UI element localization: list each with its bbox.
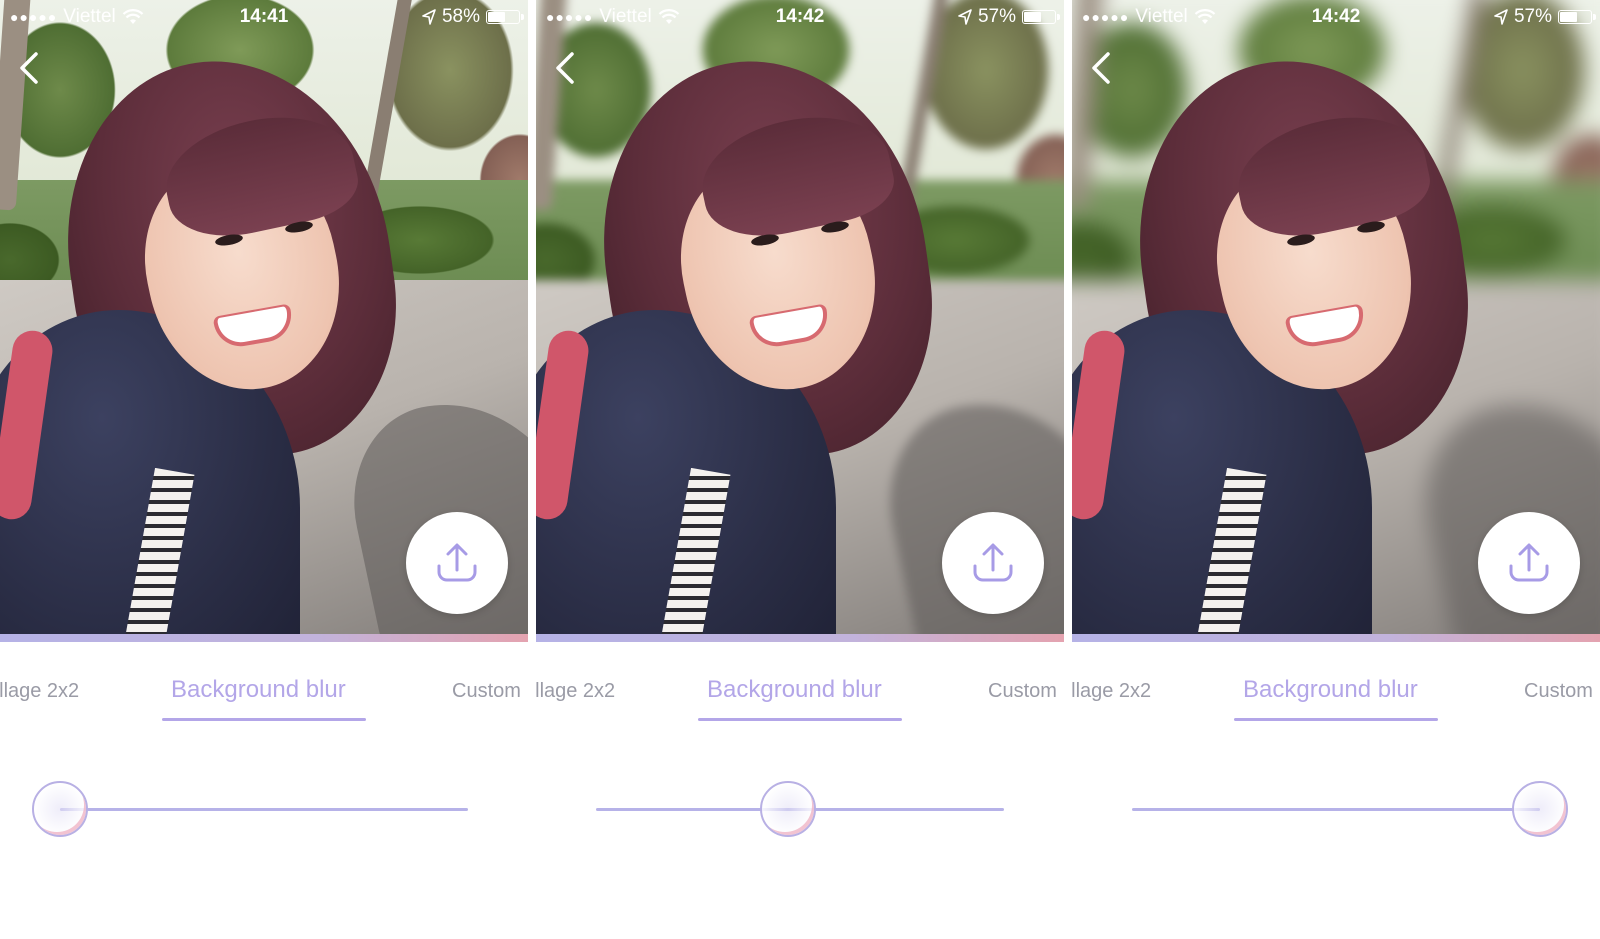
tab-custom[interactable]: Custom	[988, 680, 1057, 703]
blur-slider[interactable]	[32, 780, 468, 840]
slider-thumb[interactable]	[32, 781, 88, 837]
slider-track	[1132, 808, 1540, 811]
battery-icon	[1022, 10, 1060, 24]
accent-divider	[1072, 634, 1600, 642]
battery-icon	[486, 10, 524, 24]
battery-icon	[1558, 10, 1596, 24]
blur-slider[interactable]	[1132, 780, 1568, 840]
phone-screen-2: ●●●●● Viettel 14:42 57% ollage 2x2 Backg…	[536, 0, 1064, 939]
battery-percent: 57%	[977, 6, 1016, 27]
active-tab-underline	[698, 718, 902, 721]
phone-screen-1: ●●●●● Viettel 14:41 58% ollage 2x2 Backg…	[0, 0, 528, 939]
chevron-left-icon	[556, 52, 574, 84]
chevron-left-icon	[1092, 52, 1110, 84]
location-arrow-icon	[1494, 9, 1508, 25]
tab-custom[interactable]: Custom	[1524, 680, 1593, 703]
phone-screen-3: ●●●●● Viettel 14:42 57% ollage 2x2 Backg…	[1072, 0, 1600, 939]
mode-tabs: ollage 2x2 Background blur Custom	[1072, 672, 1600, 732]
mode-tabs: ollage 2x2 Background blur Custom	[536, 672, 1064, 732]
accent-divider	[0, 634, 528, 642]
back-button[interactable]	[14, 50, 44, 86]
mode-tabs: ollage 2x2 Background blur Custom	[0, 672, 528, 732]
blur-slider[interactable]	[596, 780, 1004, 840]
back-button[interactable]	[1086, 50, 1116, 86]
battery-percent: 58%	[441, 6, 480, 27]
active-tab-underline	[1234, 718, 1438, 721]
slider-track	[60, 808, 468, 811]
slider-thumb[interactable]	[1512, 781, 1568, 837]
back-button[interactable]	[550, 50, 580, 86]
share-button[interactable]	[942, 512, 1044, 614]
status-bar: ●●●●● Viettel 14:41 58%	[0, 0, 528, 34]
tab-background-blur[interactable]: Background blur	[1243, 676, 1418, 704]
slider-thumb[interactable]	[759, 781, 816, 837]
share-upload-icon	[1509, 543, 1549, 582]
status-bar: ●●●●● Viettel 14:42 57%	[536, 0, 1064, 34]
share-upload-icon	[437, 543, 477, 582]
tab-background-blur[interactable]: Background blur	[707, 676, 882, 704]
tab-custom[interactable]: Custom	[452, 680, 521, 703]
tab-collage-2x2[interactable]: ollage 2x2	[1072, 680, 1151, 703]
share-upload-icon	[973, 543, 1013, 582]
accent-divider	[536, 634, 1064, 642]
chevron-left-icon	[20, 52, 38, 84]
status-bar: ●●●●● Viettel 14:42 57%	[1072, 0, 1600, 34]
share-button[interactable]	[1478, 512, 1580, 614]
tab-collage-2x2[interactable]: ollage 2x2	[536, 680, 615, 703]
active-tab-underline	[162, 718, 366, 721]
location-arrow-icon	[958, 9, 972, 25]
share-button[interactable]	[406, 512, 508, 614]
location-arrow-icon	[422, 9, 436, 25]
battery-percent: 57%	[1513, 6, 1552, 27]
tab-background-blur[interactable]: Background blur	[171, 676, 346, 704]
tab-collage-2x2[interactable]: ollage 2x2	[0, 680, 79, 703]
